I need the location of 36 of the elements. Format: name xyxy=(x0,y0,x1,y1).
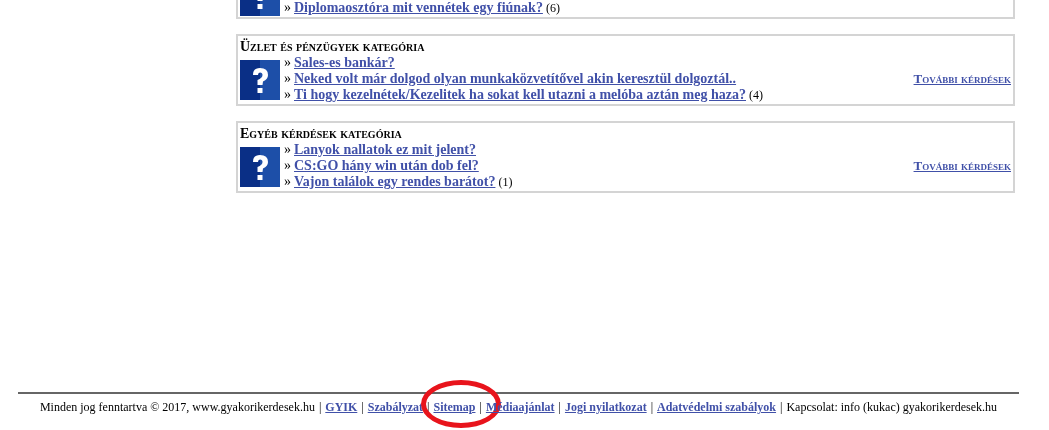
footer-link[interactable]: Szabályzat xyxy=(367,400,424,414)
bullet-marker: » xyxy=(284,71,291,86)
question-link[interactable]: CS:GO hány win után dob fel? xyxy=(294,158,479,173)
question-link[interactable]: Neked volt már dolgod olyan munkaközvetítővel akin keresztül dolgoztál.. xyxy=(294,71,737,86)
question-link[interactable]: Diplomaosztóra mit vennétek egy fiúnak? xyxy=(294,0,543,15)
answer-count: (1) xyxy=(498,175,513,189)
separator: | xyxy=(318,400,322,415)
footer-link[interactable]: Jogi nyilatkozat xyxy=(564,400,647,414)
question-link[interactable]: Lanyok nallatok ez mit jelent? xyxy=(294,142,476,157)
category-title: Üzlet és pénzügyek kategória xyxy=(240,39,426,55)
separator: | xyxy=(361,400,364,415)
bullet-marker: » xyxy=(284,142,291,157)
question-link[interactable]: Vajon találok egy rendes barátot? xyxy=(294,174,496,189)
more-questions-link[interactable]: További kérdések xyxy=(913,158,1011,174)
bullet-marker: » xyxy=(284,55,291,70)
category-title: Egyéb kérdések kategória xyxy=(240,126,403,142)
bullet-marker: » xyxy=(284,158,291,173)
footer-link[interactable]: Sitemap xyxy=(433,400,476,414)
question-mark-icon xyxy=(240,147,280,187)
answer-count: (6) xyxy=(545,1,560,15)
answer-count: (4) xyxy=(749,88,763,102)
question-link[interactable]: Ti hogy kezelnétek/Kezelitek ha sokat kell utazni a melóba aztán meg haza? xyxy=(294,87,746,102)
bullet-marker: » xyxy=(284,174,291,189)
footer-link[interactable]: Adatvédelmi szabályok xyxy=(657,400,777,414)
more-questions-link[interactable]: További kérdések xyxy=(913,71,1011,87)
bullet-marker: » xyxy=(284,87,291,102)
separator: | xyxy=(650,400,654,415)
question-mark-icon xyxy=(240,60,280,100)
separator: | xyxy=(479,400,482,415)
separator: | xyxy=(780,400,783,415)
copyright-text: Minden jog fenntartva © 2017, www.gyakorikerdesek.hu xyxy=(39,400,315,415)
question-link[interactable]: Sales-es bankár? xyxy=(294,55,395,70)
separator: | xyxy=(558,400,561,415)
bullet-marker: » xyxy=(284,0,291,15)
footer-link[interactable]: GYIK xyxy=(325,400,358,414)
contact-text: Kapcsolat: info (kukac) gyakorikerdesek.hu xyxy=(786,400,998,415)
